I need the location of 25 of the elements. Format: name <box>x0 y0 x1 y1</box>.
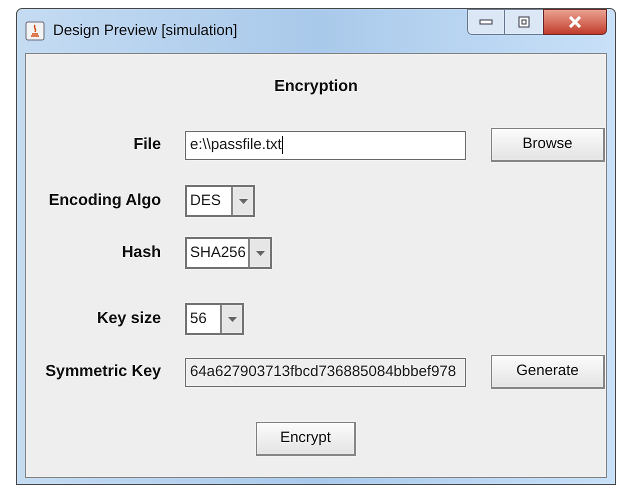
dropdown[interactable]: DES <box>185 185 255 217</box>
field-label: Encoding Algo <box>48 191 161 211</box>
section-heading: Encryption <box>274 78 358 96</box>
dropdown-arrow-icon <box>228 316 236 322</box>
generate-button[interactable]: Generate <box>491 355 605 389</box>
key-field[interactable]: 64a627903713fbcd736885084bbbef978 <box>185 358 466 386</box>
minimize-icon <box>479 19 493 25</box>
field-label: File <box>133 135 161 155</box>
dropdown-arrow-icon <box>238 198 248 204</box>
dropdown-arrow-icon <box>256 250 264 256</box>
close-button[interactable] <box>543 9 607 35</box>
field-label: Hash <box>122 243 161 263</box>
file-path-field[interactable]: e:\\passfile.txt <box>185 130 466 160</box>
browse-button[interactable]: Browse <box>491 128 605 162</box>
maximize-icon <box>518 16 530 28</box>
maximize-button[interactable] <box>505 9 543 35</box>
encrypt-button[interactable]: Encrypt <box>256 422 356 456</box>
field-label: Symmetric Key <box>45 362 161 382</box>
dropdown[interactable]: SHA256 <box>185 237 272 269</box>
minimize-button[interactable] <box>467 9 505 35</box>
dropdown[interactable]: 56 <box>185 303 244 335</box>
window-title: Design Preview [simulation] <box>53 20 238 41</box>
close-icon <box>568 16 582 28</box>
app-icon <box>25 21 45 41</box>
field-label: Key size <box>96 309 161 329</box>
